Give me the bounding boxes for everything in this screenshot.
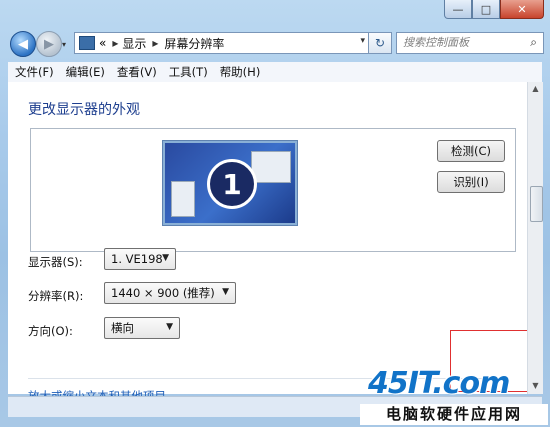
monitor-1[interactable]: 1 (163, 141, 297, 225)
chevron-down-icon: ▼ (166, 322, 173, 332)
scroll-thumb[interactable] (530, 186, 543, 222)
forward-button[interactable]: ▶ (36, 31, 62, 57)
control-panel-icon (79, 36, 95, 50)
search-input[interactable] (397, 33, 521, 51)
detect-button[interactable]: 检测(C) (437, 140, 505, 162)
watermark-subtitle: 电脑软硬件应用网 (360, 404, 548, 425)
back-button[interactable]: ◀ (10, 31, 36, 57)
vertical-scrollbar[interactable]: ▲ ▼ (527, 82, 543, 394)
search-icon[interactable]: ⌕ (530, 35, 537, 50)
recent-pages-dropdown[interactable]: ▾ (62, 40, 66, 49)
breadcrumb-display[interactable]: 显示 (122, 35, 146, 52)
refresh-icon: ↻ (374, 36, 386, 50)
explorer-window: — □ ✕ ◀ ▶ ▾ « ▸ 显示 ▸ 屏幕分辨率 ▾ ↻ ⌕ 文件(F) 编… (0, 0, 550, 427)
page-title: 更改显示器的外观 (28, 102, 140, 118)
menu-edit[interactable]: 编辑(E) (66, 64, 105, 80)
watermark-brand: 45IT.com (368, 366, 510, 401)
resolution-select-value: 1440 × 900 (推荐) (111, 286, 215, 300)
maximize-button[interactable]: □ (472, 0, 500, 19)
address-dropdown-icon[interactable]: ▾ (360, 36, 365, 46)
chevron-down-icon: ▼ (162, 253, 169, 263)
display-select[interactable]: 1. VE198 ▼ (104, 248, 176, 270)
preview-window-icon (251, 151, 291, 183)
refresh-button[interactable]: ↻ (368, 32, 392, 54)
display-select-value: 1. VE198 (111, 252, 163, 266)
menu-tools[interactable]: 工具(T) (169, 64, 208, 80)
menu-file[interactable]: 文件(F) (15, 64, 54, 80)
breadcrumb-overflow[interactable]: « (99, 36, 106, 50)
display-preview: 1 检测(C) 识别(I) (30, 128, 516, 252)
search-box[interactable]: ⌕ (396, 32, 544, 54)
chevron-down-icon: ▼ (222, 287, 229, 297)
monitor-number-badge: 1 (207, 159, 257, 209)
caption-buttons: — □ ✕ (444, 0, 544, 19)
watermark: 45IT.com 电脑软硬件应用网 (358, 364, 550, 427)
address-bar[interactable]: « ▸ 显示 ▸ 屏幕分辨率 ▾ (74, 32, 370, 54)
breadcrumb-separator-icon: ▸ (112, 36, 119, 50)
resolution-label: 分辨率(R): (28, 289, 84, 303)
menu-view[interactable]: 查看(V) (117, 64, 157, 80)
orientation-label: 方向(O): (28, 324, 73, 338)
navigation-bar: ◀ ▶ ▾ « ▸ 显示 ▸ 屏幕分辨率 ▾ ↻ ⌕ (0, 28, 550, 60)
breadcrumb-screen-resolution[interactable]: 屏幕分辨率 (164, 35, 224, 52)
menu-bar: 文件(F) 编辑(E) 查看(V) 工具(T) 帮助(H) (8, 62, 542, 83)
identify-button[interactable]: 识别(I) (437, 171, 505, 193)
menu-help[interactable]: 帮助(H) (220, 64, 261, 80)
preview-window-icon (171, 181, 195, 217)
display-label: 显示器(S): (28, 255, 83, 269)
minimize-button[interactable]: — (444, 0, 472, 19)
resolution-select[interactable]: 1440 × 900 (推荐) ▼ (104, 282, 236, 304)
breadcrumb-separator-icon: ▸ (152, 36, 159, 50)
orientation-select-value: 横向 (111, 321, 134, 335)
orientation-select[interactable]: 横向 ▼ (104, 317, 180, 339)
scroll-up-icon[interactable]: ▲ (530, 84, 541, 95)
close-button[interactable]: ✕ (500, 0, 544, 19)
title-bar: — □ ✕ (0, 0, 550, 26)
